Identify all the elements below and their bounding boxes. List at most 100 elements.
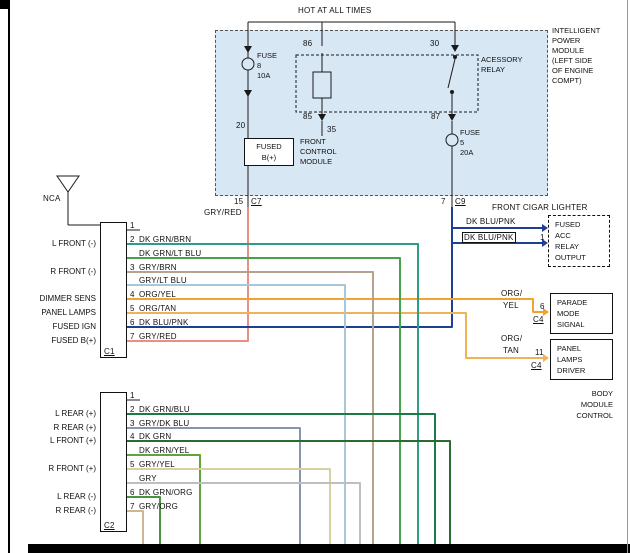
body-line: BODY — [556, 388, 613, 399]
parade-line: SIGNAL — [557, 319, 612, 330]
c1-pin-7: 7 — [130, 332, 135, 341]
body-line: CONTROL — [556, 410, 613, 421]
relay-line: RELAY — [481, 65, 523, 75]
label-l-front-neg: L FRONT (-) — [28, 239, 96, 248]
relay-coil — [313, 72, 331, 98]
fuse5-line: FUSE — [460, 128, 480, 138]
c2-pin-2: 2 — [130, 405, 135, 414]
parade-line: PARADE — [557, 297, 612, 308]
c1-pin-3: 3 — [130, 263, 135, 272]
c2-pin-4: 4 — [130, 432, 135, 441]
ipm-line: OF ENGINE — [552, 66, 600, 76]
c7-pin-15: 15 — [234, 197, 243, 206]
connector-c4-panel: C4 — [531, 361, 542, 370]
body-module-control-label: BODY MODULE CONTROL — [556, 388, 613, 421]
acc-line: OUTPUT — [555, 252, 609, 263]
antenna-label: NCA — [43, 194, 61, 203]
ipm-line: COMPT) — [552, 76, 600, 86]
fused-b-line: B(+) — [245, 152, 293, 163]
c2-wire-3: GRY/DK BLU — [139, 419, 189, 428]
label-r-rear-neg: R REAR (-) — [28, 506, 96, 515]
c2-pin-1: 1 — [130, 391, 135, 400]
c2-wire-7: GRY/ORG — [139, 502, 178, 511]
accessory-relay-box — [296, 55, 478, 112]
acc-line: ACC — [555, 230, 609, 241]
fuse5-line: 20A — [460, 148, 480, 158]
intelligent-power-module-label: INTELLIGENT POWER MODULE (LEFT SIDE OF E… — [552, 26, 600, 86]
c1-wire-7: GRY/RED — [139, 332, 177, 341]
fused-b-line: FUSED — [245, 141, 293, 152]
label-r-rear-pos: R REAR (+) — [28, 423, 96, 432]
label-r-front-neg: R FRONT (-) — [28, 267, 96, 276]
panel-line: LAMPS — [557, 354, 612, 365]
wire-org-yel — [127, 299, 543, 312]
body-line: MODULE — [556, 399, 613, 410]
dk-blu-pnk-label-2: DK BLU/PNK — [462, 232, 516, 243]
c1-pin-5: 5 — [130, 304, 135, 313]
connector-c2-label: C2 — [104, 521, 115, 530]
wiring-diagram: HOT AT ALL TIMES INTELLIGENT POWER MODUL… — [0, 0, 630, 553]
connector-c9: C9 — [455, 197, 466, 206]
c9-pin-7: 7 — [441, 197, 446, 206]
front-cigar-lighter-label: FRONT CIGAR LIGHTER — [492, 203, 588, 212]
fuse8-line: 10A — [257, 71, 277, 81]
panel-lamps-driver-box: PANEL LAMPS DRIVER — [550, 339, 613, 380]
c1-pin-1: 1 — [130, 221, 135, 230]
c1-wire-4: ORG/YEL — [139, 290, 176, 299]
wire-dk-grn-blu — [127, 414, 435, 544]
fcm-pin-20: 20 — [236, 121, 245, 130]
fcm-line: FRONT — [300, 137, 337, 147]
relay-pin-87: 87 — [431, 112, 440, 121]
label-panel-lamps: PANEL LAMPS — [28, 308, 96, 317]
acc-line: FUSED — [555, 219, 609, 230]
bottom-border-bar — [28, 544, 630, 553]
fcm-line: CONTROL — [300, 147, 337, 157]
c1-wire-3b: GRY/LT BLU — [139, 276, 187, 285]
fuse5-line: 5 — [460, 138, 480, 148]
c2-wire-4b: DK GRN/YEL — [139, 446, 189, 455]
wire-dk-grn-brn — [127, 244, 418, 544]
c1-wire-3: GRY/BRN — [139, 263, 177, 272]
parade-pin-6: 6 — [540, 302, 545, 311]
c1-pin-2: 2 — [130, 235, 135, 244]
c2-pin-5: 5 — [130, 460, 135, 469]
fuse-5-label: FUSE 5 20A — [460, 128, 480, 158]
antenna-icon — [57, 176, 100, 225]
relay-pin-86: 86 — [303, 39, 312, 48]
panel-line: DRIVER — [557, 365, 612, 376]
connector-c4-parade: C4 — [533, 315, 544, 324]
parade-line: MODE — [557, 308, 612, 319]
panel-line: PANEL — [557, 343, 612, 354]
fused-acc-relay-output-box: FUSED ACC RELAY OUTPUT — [548, 215, 610, 267]
org-tan-label-1: ORG/ — [501, 334, 522, 343]
radio-connector-c2-box — [100, 392, 127, 532]
acc-output-pin-1: 1 — [540, 233, 545, 242]
label-l-rear-neg: L REAR (-) — [28, 492, 96, 501]
relay-line: ACESSORY — [481, 55, 523, 65]
label-dimmer-sens: DIMMER SENS — [28, 294, 96, 303]
c2-pin-3: 3 — [130, 419, 135, 428]
dk-blu-pnk-label-1: DK BLU/PNK — [466, 217, 516, 226]
c1-pin-4: 4 — [130, 290, 135, 299]
fcm-line: MODULE — [300, 157, 337, 167]
org-yel-label-2: YEL — [503, 301, 519, 310]
label-l-front-pos: L FRONT (+) — [28, 436, 96, 445]
c2-pin-7: 7 — [130, 502, 135, 511]
acc-line: RELAY — [555, 241, 609, 252]
parade-mode-signal-box: PARADE MODE SIGNAL — [550, 293, 613, 334]
panel-pin-11: 11 — [535, 348, 544, 357]
left-border-bar — [8, 0, 10, 553]
org-yel-label-1: ORG/ — [501, 289, 522, 298]
c2-wire-2: DK GRN/BLU — [139, 405, 190, 414]
c2-pin-6: 6 — [130, 488, 135, 497]
label-r-front-pos: R FRONT (+) — [28, 464, 96, 473]
ipm-line: POWER — [552, 36, 600, 46]
c1-wire-6: DK BLU/PNK — [139, 318, 189, 327]
gry-red-top-label: GRY/RED — [204, 208, 242, 217]
label-l-rear-pos: L REAR (+) — [28, 409, 96, 418]
connector-c1-label: C1 — [104, 347, 115, 356]
hot-at-all-times-label: HOT AT ALL TIMES — [298, 6, 371, 15]
relay-pin-85: 85 — [303, 112, 312, 121]
right-border-line — [627, 0, 628, 553]
c2-wire-5b: GRY — [139, 474, 157, 483]
